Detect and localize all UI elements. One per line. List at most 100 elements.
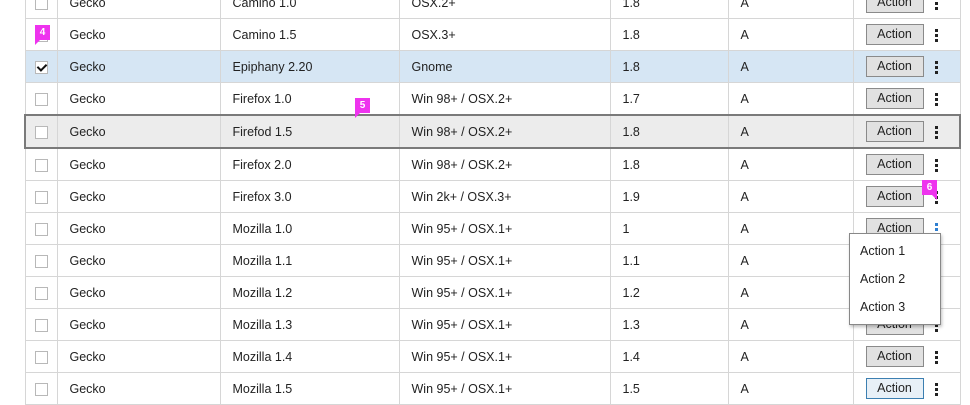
checkbox-cell [24, 244, 58, 277]
table-row[interactable]: GeckoMozilla 1.3Win 95+ / OSX.1+1.3AActi… [24, 308, 961, 341]
browser-cell: Mozilla 1.0 [219, 212, 400, 245]
row-checkbox[interactable] [34, 286, 48, 300]
more-options-icon[interactable] [931, 379, 943, 399]
table-row[interactable]: Gecko Epiphany 2.20 Gnome 1.8 A Action [24, 50, 961, 83]
more-options-icon[interactable] [931, 347, 943, 367]
checkbox-cell [24, 114, 58, 149]
checkbox-cell [24, 212, 58, 245]
engine-cell: Gecko [56, 308, 221, 341]
engine-cell: Gecko [56, 82, 221, 116]
platform-cell: OSX.2+ [398, 0, 611, 19]
platform-cell: Win 95+ / OSX.1+ [398, 244, 611, 277]
action-button[interactable]: Action [865, 378, 924, 399]
version-cell: 1.4 [609, 340, 729, 373]
table-row[interactable]: Gecko Camino 1.0 OSX.2+ 1.8 A Action [24, 0, 961, 19]
version-cell: 1.8 [609, 147, 729, 181]
table-row[interactable]: GeckoMozilla 1.2Win 95+ / OSX.1+1.2AActi… [24, 276, 961, 309]
table-row[interactable]: GeckoMozilla 1.1Win 95+ / OSX.1+1.1AActi… [24, 244, 961, 277]
action-cell: Action [852, 0, 961, 19]
version-cell: 1.8 [609, 0, 729, 19]
action-button[interactable]: Action [865, 56, 924, 77]
more-options-icon[interactable] [931, 57, 943, 77]
action-button[interactable]: Action [865, 24, 924, 45]
engine-cell: Gecko [56, 0, 221, 19]
row-checkbox[interactable] [34, 382, 48, 396]
menu-item-action-2[interactable]: Action 2 [850, 265, 940, 293]
row-checkbox[interactable] [34, 125, 48, 139]
action-cell: Action [852, 114, 961, 149]
row-checkbox[interactable] [34, 318, 48, 332]
more-options-icon[interactable] [931, 0, 943, 13]
table-row[interactable]: Gecko Mozilla 1.4 Win 95+ / OSX.1+ 1.4 A Acti… [24, 340, 961, 373]
row-checkbox[interactable] [34, 158, 48, 172]
action-button[interactable]: Action [865, 154, 924, 175]
browser-cell: Mozilla 1.2 [219, 276, 400, 309]
checkbox-cell [24, 180, 58, 213]
action-button[interactable]: Action [865, 121, 924, 142]
grade-cell: A [727, 114, 854, 149]
checkbox-cell [24, 308, 58, 341]
grade-cell: A [727, 180, 854, 213]
grade-cell: A [727, 147, 854, 181]
more-options-icon[interactable] [931, 89, 943, 109]
engine-cell: Gecko [56, 276, 221, 309]
action-cell: Action [852, 340, 961, 373]
engine-cell: Gecko [56, 340, 221, 373]
checkbox-cell [24, 276, 58, 309]
action-button[interactable]: Action [865, 88, 924, 109]
table-row[interactable]: Gecko Mozilla 1.0 Win 95+ / OSX.1+ 1 A Action [24, 212, 961, 245]
engine-cell: Gecko [56, 180, 221, 213]
grade-cell: A [727, 50, 854, 83]
menu-item-action-3[interactable]: Action 3 [850, 293, 940, 321]
platform-cell: Win 95+ / OSX.1+ [398, 212, 611, 245]
platform-cell: Win 95+ / OSX.1+ [398, 340, 611, 373]
version-cell: 1.8 [609, 18, 729, 51]
checkbox-cell [24, 0, 58, 19]
engine-cell: Gecko [56, 244, 221, 277]
table-row[interactable]: Gecko Firefod 1.5 Win 98+ / OSX.2+ 1.8 A Acti… [24, 114, 961, 149]
row-checkbox[interactable] [34, 350, 48, 364]
engine-cell: Gecko [56, 212, 221, 245]
row-checkbox[interactable] [34, 254, 48, 268]
table-row[interactable]: Gecko Firefox 1.0 Win 98+ / OSX.2+ 1.7 A Acti… [24, 82, 961, 116]
more-options-icon[interactable] [931, 155, 943, 175]
platform-cell: Win 98+ / OSX.2+ [398, 114, 611, 149]
checkbox-cell [24, 82, 58, 116]
version-cell: 1.8 [609, 50, 729, 83]
row-checkbox[interactable] [34, 60, 48, 74]
browser-cell: Epiphany 2.20 [219, 50, 400, 83]
checkbox-cell [24, 50, 58, 83]
version-cell: 1.1 [609, 244, 729, 277]
menu-item-action-1[interactable]: Action 1 [850, 237, 940, 265]
action-button[interactable]: Action [865, 186, 924, 207]
action-button[interactable]: Action [865, 346, 924, 367]
engine-cell: Gecko [56, 18, 221, 51]
row-checkbox[interactable] [34, 190, 48, 204]
version-cell: 1.8 [609, 114, 729, 149]
grade-cell: A [727, 276, 854, 309]
action-button[interactable]: Action [865, 0, 924, 13]
row-checkbox[interactable] [34, 0, 48, 10]
action-cell: Action [852, 180, 961, 213]
table-row[interactable]: Gecko Camino 1.5 OSX.3+ 1.8 A Action [24, 18, 961, 51]
more-options-icon[interactable] [931, 122, 943, 142]
grade-cell: A [727, 82, 854, 116]
data-grid: Gecko Camino 1.0 OSX.2+ 1.8 A Action Gecko Cami… [24, 0, 961, 405]
action-cell: Action [852, 18, 961, 51]
version-cell: 1.2 [609, 276, 729, 309]
checkbox-cell [24, 147, 58, 181]
row-checkbox[interactable] [34, 92, 48, 106]
grade-cell: A [727, 308, 854, 341]
browser-cell: Mozilla 1.4 [219, 340, 400, 373]
platform-cell: Win 95+ / OSX.1+ [398, 276, 611, 309]
version-cell: 1.7 [609, 82, 729, 116]
annotation-marker-4: 4 [35, 25, 50, 45]
row-checkbox[interactable] [34, 222, 48, 236]
table-row[interactable]: Gecko Firefox 2.0 Win 98+ / OSK.2+ 1.8 A Acti… [24, 147, 961, 181]
version-cell: 1.9 [609, 180, 729, 213]
engine-cell: Gecko [56, 50, 221, 83]
more-options-icon[interactable] [931, 25, 943, 45]
grade-cell: A [727, 340, 854, 373]
action-cell: Action [852, 50, 961, 83]
table-row[interactable]: Gecko Firefox 3.0 Win 2k+ / OSX.3+ 1.9 A Acti… [24, 180, 961, 213]
